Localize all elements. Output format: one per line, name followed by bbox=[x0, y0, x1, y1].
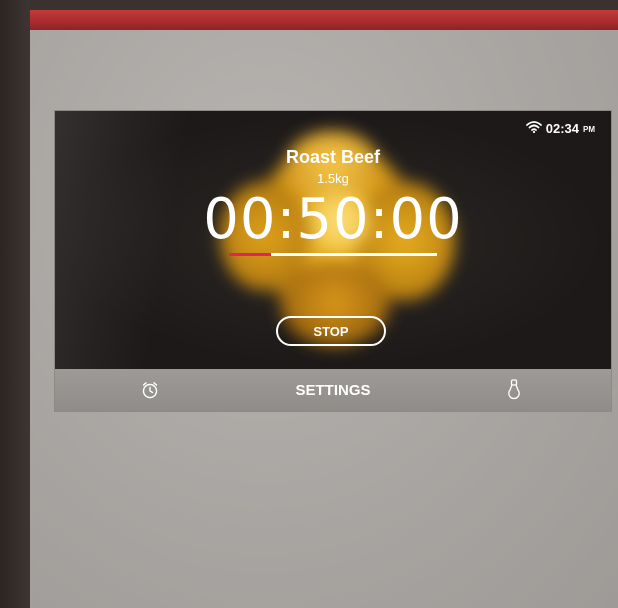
stop-button[interactable]: STOP bbox=[276, 316, 386, 346]
bottom-menu-bar: SETTINGS bbox=[55, 369, 611, 411]
clock-ampm: PM bbox=[583, 125, 595, 134]
device-frame-left bbox=[0, 0, 30, 608]
countdown-timer: 00:50:00 bbox=[203, 187, 463, 252]
cooking-progress-bar bbox=[229, 253, 437, 256]
oven-touch-screen: 02:34 PM Roast Beef 1.5kg 00:50:00 STOP … bbox=[55, 111, 611, 411]
clock-time: 02:34 bbox=[545, 121, 579, 136]
cooking-display: 02:34 PM Roast Beef 1.5kg 00:50:00 STOP bbox=[55, 111, 611, 369]
temperature-probe-icon[interactable] bbox=[503, 378, 525, 402]
status-bar: 02:34 PM bbox=[525, 121, 595, 136]
dish-weight: 1.5kg bbox=[317, 171, 349, 186]
device-frame-top bbox=[30, 0, 618, 10]
alarm-clock-icon[interactable] bbox=[139, 379, 161, 401]
wifi-icon bbox=[525, 121, 542, 136]
brand-trim-strip bbox=[30, 10, 618, 30]
settings-button[interactable]: SETTINGS bbox=[265, 369, 401, 411]
dish-name: Roast Beef bbox=[285, 147, 381, 167]
cooking-progress-fill bbox=[229, 253, 271, 256]
